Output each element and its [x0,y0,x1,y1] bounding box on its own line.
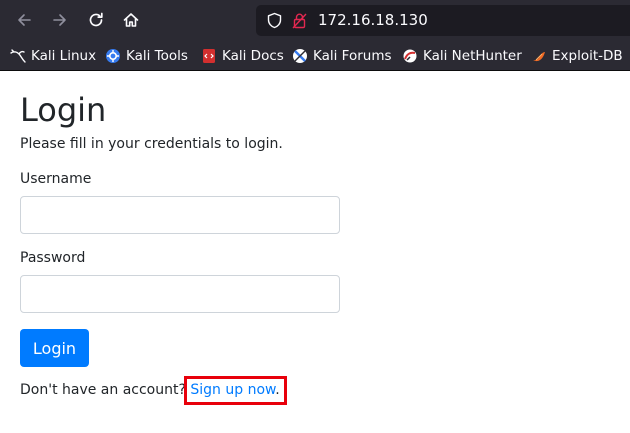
bookmarks-toolbar: Kali Linux Kali Tools Kali Docs Kali For… [0,41,630,71]
browser-toolbar: 172.16.18.130 [0,0,630,41]
bookmark-kali-nethunter[interactable]: Kali NetHunter [402,47,522,65]
username-label: Username [20,171,92,187]
address-bar[interactable]: 172.16.18.130 [256,5,630,36]
kali-nethunter-icon [402,48,418,64]
password-input[interactable] [20,275,340,313]
back-button[interactable] [12,8,36,32]
login-page: Login Please fill in your credentials to… [0,72,630,433]
bookmark-label: Kali Tools [126,48,188,64]
bookmark-kali-linux[interactable]: Kali Linux [10,47,96,65]
kali-dragon-icon [10,48,26,64]
home-button[interactable] [119,8,143,32]
bookmark-kali-docs[interactable]: Kali Docs [201,47,284,65]
exploit-db-icon [531,48,547,64]
bookmark-label: Exploit-DB [552,48,623,64]
bookmark-kali-forums[interactable]: Kali Forums [292,47,392,65]
login-button[interactable]: Login [20,329,89,367]
shield-icon[interactable] [266,12,283,29]
reload-icon [89,12,103,27]
kali-forums-icon [292,48,308,64]
bookmark-label: Kali Linux [31,48,97,64]
bookmark-label: Kali NetHunter [423,48,522,64]
bookmark-label: Kali Forums [313,48,392,64]
forward-button[interactable] [48,8,72,32]
username-input[interactable] [20,196,340,234]
insecure-lock-icon[interactable] [291,12,308,29]
bookmark-kali-tools[interactable]: Kali Tools [105,47,188,65]
reload-button[interactable] [84,8,108,32]
page-title: Login [20,91,107,129]
highlight-box [184,376,287,405]
password-label: Password [20,250,86,266]
back-arrow-icon [18,14,31,26]
kali-docs-icon [201,48,217,64]
page-subtitle: Please fill in your credentials to login… [20,136,283,152]
home-icon [123,13,139,27]
url-text[interactable]: 172.16.18.130 [318,12,428,29]
signup-prompt-text: Don't have an account? [20,382,191,398]
bookmark-exploit-db[interactable]: Exploit-DB [531,47,623,65]
kali-tools-icon [105,48,121,64]
forward-arrow-icon [53,14,66,26]
bookmark-label: Kali Docs [222,48,284,64]
